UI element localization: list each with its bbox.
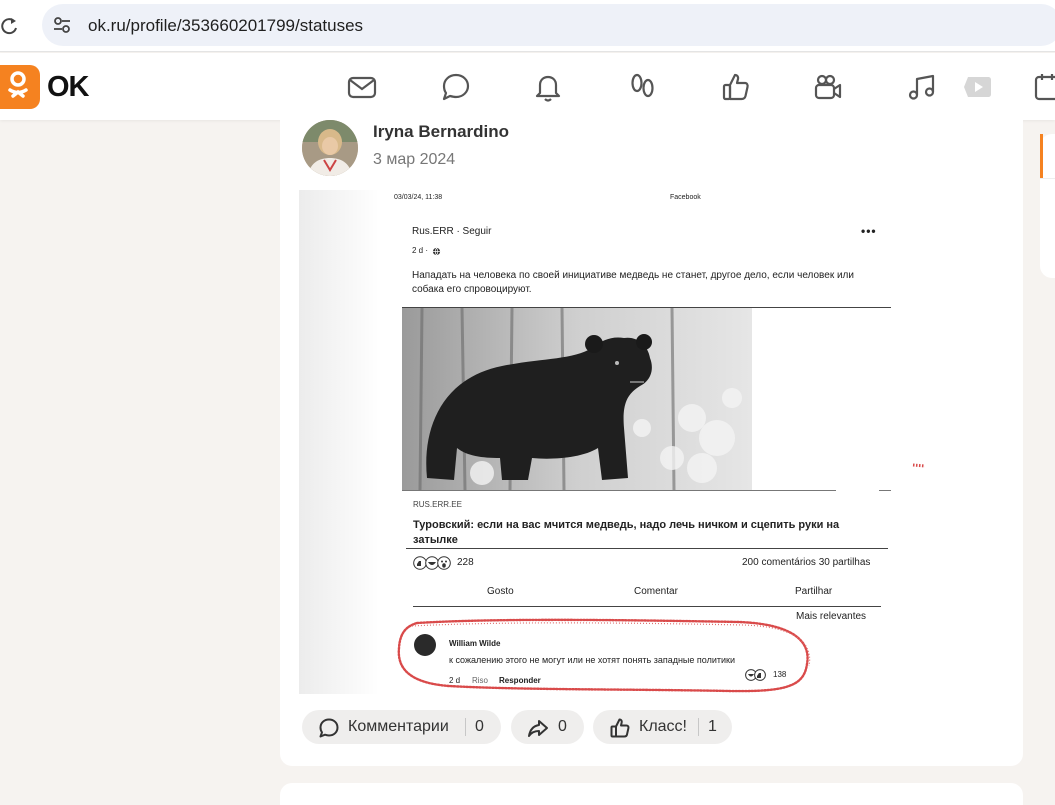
post-date[interactable]: 3 мар 2024 (373, 151, 455, 169)
like-label: Класс! (639, 718, 687, 735)
comment-icon (319, 718, 339, 738)
post-card: Iryna Bernardino 3 мар 2024 03/03/24, 11… (280, 120, 1023, 766)
like-separator (698, 718, 699, 736)
thumbs-up-icon (610, 718, 630, 738)
red-marker-circle (397, 463, 925, 693)
comments-label: Комментарии (348, 718, 449, 735)
browser-toolbar: ok.ru/profile/353660201799/statuses (0, 0, 1055, 52)
comments-button[interactable]: Комментарии 0 (302, 710, 501, 744)
shares-count: 0 (558, 718, 567, 735)
logo-text[interactable]: OK (47, 71, 89, 104)
side-panel-divider (1040, 178, 1055, 179)
side-panel (1040, 134, 1055, 278)
url-text[interactable]: ok.ru/profile/353660201799/statuses (88, 16, 363, 36)
share-icon (528, 720, 548, 737)
comments-count: 0 (475, 718, 484, 735)
like-count: 1 (708, 718, 717, 735)
like-icon[interactable] (720, 71, 752, 103)
share-button[interactable]: 0 (511, 710, 584, 744)
mail-icon[interactable] (346, 71, 378, 103)
author-avatar[interactable] (302, 120, 358, 176)
site-header: OK (0, 53, 1055, 120)
comments-separator (465, 718, 466, 736)
address-bar[interactable]: ok.ru/profile/353660201799/statuses (42, 4, 1055, 46)
post-image[interactable]: 03/03/24, 11:38 Facebook Rus.ERR · Segui… (299, 190, 925, 694)
site-settings-icon[interactable] (52, 15, 72, 35)
author-name[interactable]: Iryna Bernardino (373, 122, 509, 142)
bell-icon[interactable] (532, 71, 564, 103)
ok-logo-icon[interactable] (0, 65, 40, 109)
like-button[interactable]: Класс! 1 (593, 710, 732, 744)
guests-icon[interactable] (626, 71, 658, 103)
side-panel-active-marker (1040, 134, 1043, 178)
reload-icon[interactable] (0, 14, 20, 38)
music-icon[interactable] (906, 71, 938, 103)
video-icon[interactable] (812, 71, 844, 103)
next-post-card (280, 783, 1023, 805)
play-icon[interactable] (962, 71, 994, 103)
calendar-icon[interactable] (1032, 71, 1055, 103)
chat-icon[interactable] (440, 71, 472, 103)
